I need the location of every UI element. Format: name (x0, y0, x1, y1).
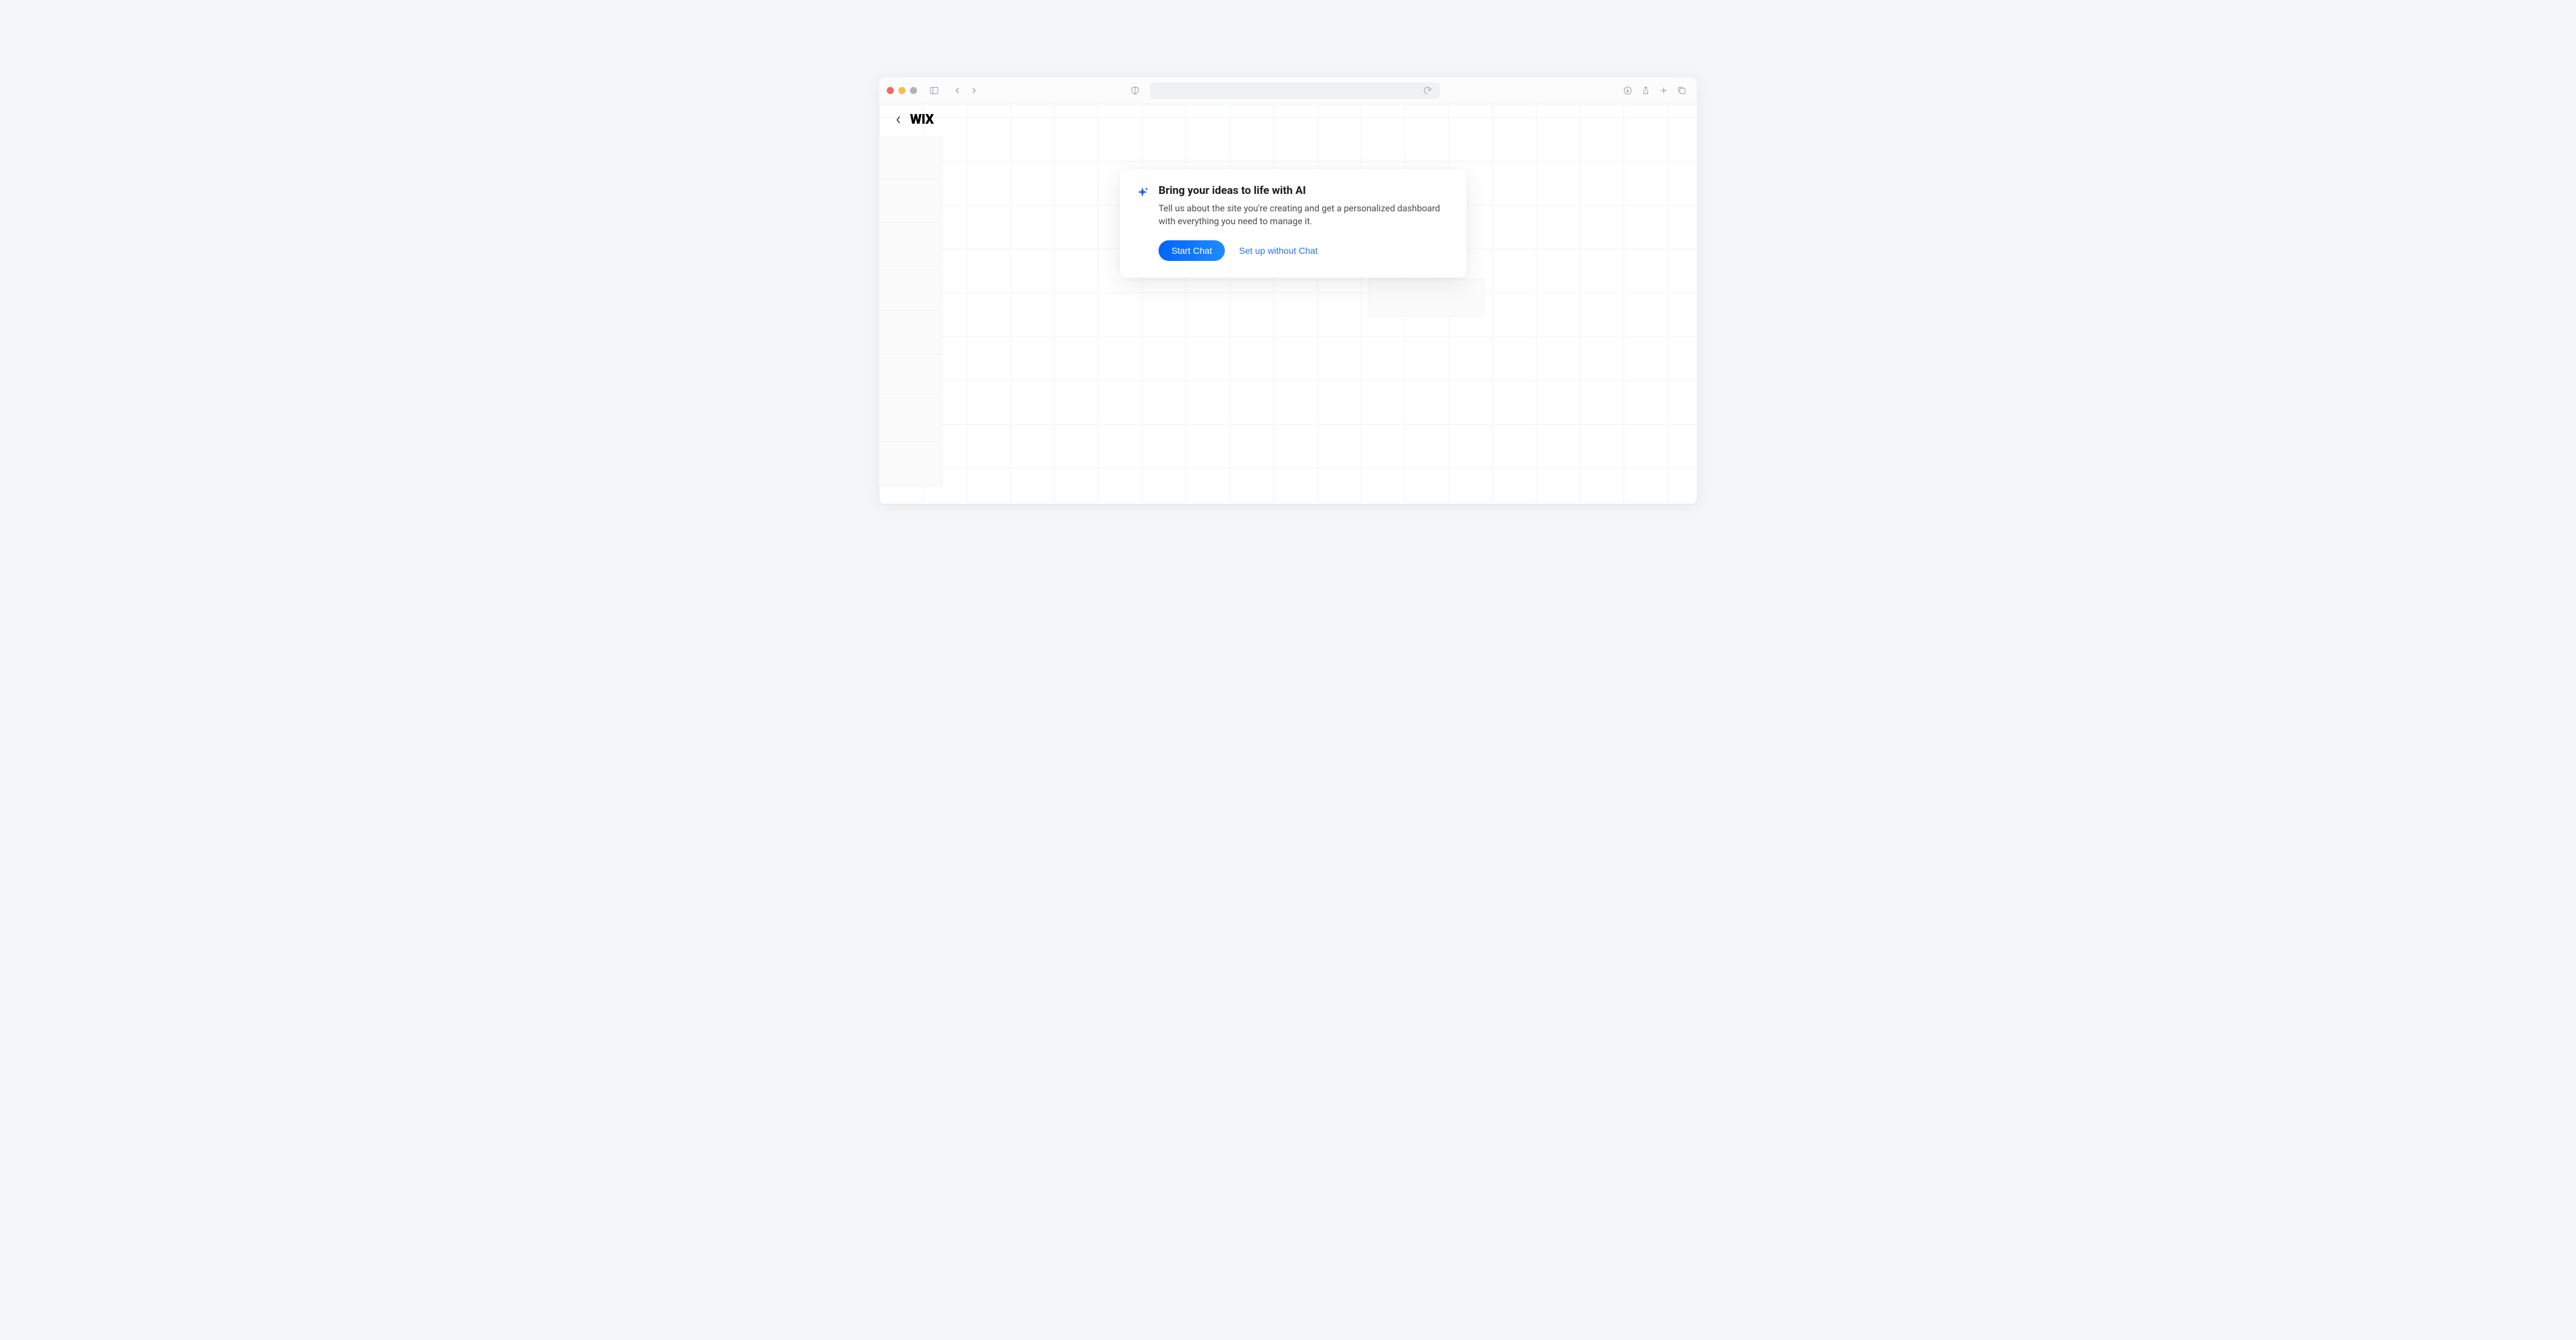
card-body: Bring your ideas to life with AI Tell us… (1159, 184, 1447, 261)
card-description: Tell us about the site you're creating a… (1159, 202, 1447, 229)
url-bar[interactable] (1150, 82, 1440, 99)
panel-block (879, 135, 942, 179)
nav-arrows (949, 83, 981, 99)
wix-logo: WIX (910, 112, 934, 128)
sparkle-icon (1135, 186, 1150, 202)
downloads-icon[interactable] (1620, 83, 1635, 99)
panel-block (879, 442, 942, 486)
window-minimize-button[interactable] (898, 87, 905, 94)
nav-forward-button[interactable] (966, 83, 981, 99)
app-header: WIX (879, 104, 1697, 135)
skeleton-block (1368, 278, 1484, 317)
new-tab-icon[interactable] (1656, 83, 1671, 99)
share-icon[interactable] (1638, 83, 1653, 99)
panel-block (879, 223, 942, 267)
traffic-lights (887, 87, 917, 94)
browser-window: WIX Bring your ideas to life with AI Te (879, 77, 1697, 504)
content-area: WIX Bring your ideas to life with AI Te (879, 104, 1697, 504)
left-panel (879, 135, 942, 504)
panel-block (879, 398, 942, 442)
setup-without-chat-link[interactable]: Set up without Chat (1239, 245, 1318, 256)
back-button[interactable] (896, 116, 901, 124)
panel-block (879, 311, 942, 354)
privacy-shield-icon[interactable] (1127, 83, 1142, 99)
reload-icon[interactable] (1419, 83, 1435, 99)
card-actions: Start Chat Set up without Chat (1159, 240, 1447, 261)
panel-block (879, 267, 942, 311)
panel-block (879, 179, 942, 223)
tabs-overview-icon[interactable] (1674, 83, 1689, 99)
browser-toolbar (879, 77, 1697, 104)
panel-block (879, 354, 942, 398)
window-close-button[interactable] (887, 87, 894, 94)
start-chat-button[interactable]: Start Chat (1159, 240, 1225, 261)
window-maximize-button[interactable] (910, 87, 917, 94)
nav-back-button[interactable] (949, 83, 965, 99)
toolbar-right-group (1620, 83, 1689, 99)
sidebar-toggle-icon[interactable] (926, 83, 942, 99)
grid-background (879, 104, 1697, 504)
ai-onboarding-card: Bring your ideas to life with AI Tell us… (1120, 169, 1466, 278)
card-title: Bring your ideas to life with AI (1159, 184, 1447, 197)
